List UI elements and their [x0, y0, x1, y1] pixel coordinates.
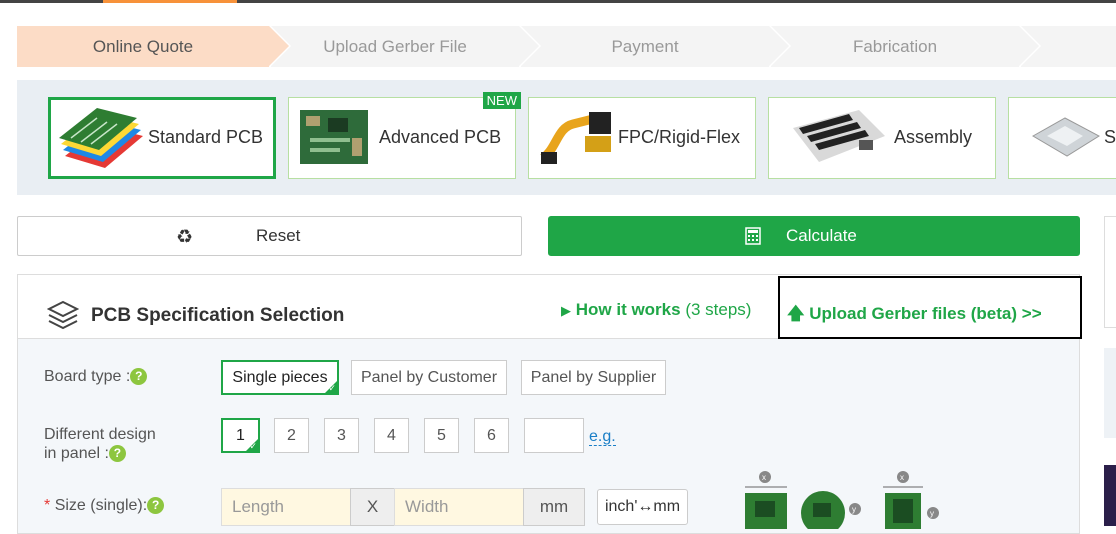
option-label: Panel by Supplier	[530, 368, 657, 386]
size-x-separator: X	[350, 488, 395, 526]
play-icon: ▶	[561, 303, 571, 318]
different-design-line2: in panel :	[44, 445, 109, 462]
steps-note: (3 steps)	[685, 300, 752, 319]
spec-title: PCB Specification Selection	[91, 305, 345, 326]
advanced-pcb-image	[300, 110, 368, 164]
unit-addon: mm	[523, 488, 585, 526]
reset-label: Reset	[256, 226, 301, 245]
product-assembly[interactable]: Assembly	[768, 97, 996, 179]
calculate-label: Calculate	[786, 226, 857, 245]
option-label: 3	[337, 426, 346, 444]
help-icon[interactable]: ?	[147, 497, 165, 515]
spec-header: PCB Specification Selection ▶ How it wor…	[18, 275, 1082, 339]
board-type-single-pieces[interactable]: Single pieces ✓	[221, 360, 339, 395]
product-standard-pcb[interactable]: Standard PCB	[48, 97, 276, 179]
step-upload-gerber[interactable]: Upload Gerber File	[271, 26, 541, 67]
length-placeholder: Length	[232, 497, 284, 516]
help-icon[interactable]: ?	[130, 368, 148, 386]
progress-steps: Online Quote Upload Gerber File Payment …	[17, 26, 1116, 67]
step-label: Upload Gerber File	[323, 36, 467, 56]
svg-text:x: x	[762, 473, 766, 482]
different-design-label: Different design in panel :?	[44, 425, 156, 463]
assembly-image	[793, 110, 885, 162]
fpc-image	[540, 112, 611, 164]
step-online-quote[interactable]: Online Quote	[17, 26, 291, 67]
option-label: 5	[437, 426, 446, 444]
size-label: * Size (single):?	[44, 496, 165, 515]
product-label: FPC/Rigid-Flex	[618, 127, 741, 147]
step-label: Fabrication	[852, 36, 938, 56]
design-count-1[interactable]: 1 ✓	[221, 418, 260, 453]
required-mark: *	[44, 497, 51, 514]
how-it-works-label: How it works	[575, 300, 681, 319]
size-text: Size (single):	[54, 497, 148, 514]
new-badge: NEW	[482, 92, 521, 109]
board-size-illustration: x y x y	[745, 471, 939, 529]
layers-icon	[47, 300, 79, 330]
standard-pcb-image	[59, 108, 143, 168]
pcb-spec-panel: PCB Specification Selection ▶ How it wor…	[17, 274, 1082, 534]
upload-arrow-icon: 🡅	[787, 304, 805, 323]
eg-link[interactable]: e.g.	[589, 428, 616, 446]
upload-gerber-label: Upload Gerber files (beta) >>	[809, 304, 1042, 323]
option-label: 1	[236, 426, 245, 444]
option-label: Single pieces	[232, 368, 328, 386]
product-label: Advanced PCB	[379, 127, 502, 147]
side-panel-edge	[1104, 216, 1116, 328]
step-payment[interactable]: Payment	[521, 26, 791, 67]
upload-gerber-box: 🡅 Upload Gerber files (beta) >>	[778, 276, 1082, 339]
svg-text:y: y	[852, 505, 856, 514]
design-count-6[interactable]: 6	[474, 418, 509, 453]
x-label: X	[366, 497, 379, 516]
option-label: 4	[387, 426, 396, 444]
length-input[interactable]: Length	[221, 488, 351, 526]
stencil-image	[1031, 117, 1101, 157]
top-accent-bar	[103, 0, 237, 3]
unit-convert-button[interactable]: inch'↔mm	[597, 489, 688, 525]
width-input[interactable]: Width	[394, 488, 524, 526]
help-icon[interactable]: ?	[108, 445, 126, 463]
product-label: Standard PCB	[148, 127, 264, 147]
design-count-5[interactable]: 5	[424, 418, 459, 453]
step-fabrication[interactable]: Fabrication	[771, 26, 1041, 67]
calculate-button[interactable]: Calculate	[548, 216, 1080, 256]
option-label: 6	[487, 426, 496, 444]
side-banner-edge	[1104, 465, 1116, 526]
reset-button[interactable]: ♻ Reset	[17, 216, 522, 256]
recycle-icon: ♻	[176, 227, 194, 248]
option-label: Panel by Customer	[360, 368, 498, 386]
product-advanced-pcb[interactable]: Advanced PCB NEW	[288, 92, 521, 179]
step-label: Payment	[611, 36, 679, 56]
side-panel-edge-2	[1104, 348, 1116, 438]
design-count-3[interactable]: 3	[324, 418, 359, 453]
width-placeholder: Width	[405, 497, 449, 516]
design-count-custom-input[interactable]	[524, 418, 584, 453]
design-count-2[interactable]: 2	[274, 418, 309, 453]
product-label: S	[1104, 127, 1116, 147]
calculator-icon	[745, 227, 761, 245]
unit-convert-label: inch'↔mm	[604, 498, 681, 515]
design-count-4[interactable]: 4	[374, 418, 409, 453]
option-label: 2	[287, 426, 296, 444]
product-stencil[interactable]: S	[1008, 97, 1116, 179]
board-type-panel-by-supplier[interactable]: Panel by Supplier	[521, 360, 666, 395]
board-type-text: Board type :	[44, 368, 131, 385]
upload-gerber-link[interactable]: 🡅 Upload Gerber files (beta) >>	[787, 301, 1042, 330]
board-type-panel-by-customer[interactable]: Panel by Customer	[351, 360, 507, 395]
board-type-label: Board type :?	[44, 367, 148, 386]
svg-text:x: x	[900, 473, 904, 482]
svg-text:y: y	[930, 509, 934, 518]
different-design-line1: Different design	[44, 426, 156, 443]
unit-label: mm	[539, 497, 569, 516]
product-selector: Standard PCB Advanced PCB NEW FPC/Rigid-…	[17, 80, 1116, 195]
product-fpc-rigid-flex[interactable]: FPC/Rigid-Flex	[528, 97, 756, 179]
how-it-works-link[interactable]: ▶ How it works (3 steps)	[561, 300, 751, 320]
step-label: Online Quote	[92, 36, 194, 56]
product-label: Assembly	[894, 127, 973, 147]
